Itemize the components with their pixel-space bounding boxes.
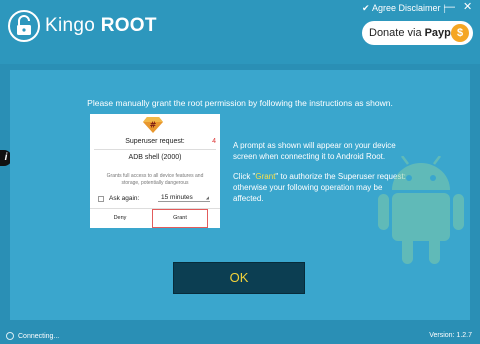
logo-secondary: ROOT [100, 15, 157, 36]
grant-button-preview: Grant [152, 209, 208, 228]
duration-value: 15 minutes [161, 194, 193, 201]
ask-again-label: Ask again: [109, 195, 140, 202]
dialog-divider [94, 149, 216, 150]
instruction-text: Please manually grant the root permissio… [87, 98, 393, 108]
checkbox-icon[interactable]: ✔ [362, 4, 370, 13]
ok-button[interactable]: OK [173, 262, 305, 294]
version-label: Version: 1.2.7 [429, 332, 472, 339]
superuser-icon: # [143, 117, 163, 133]
requesting-app: ADB shell (2000) [128, 154, 182, 161]
duration-select: 15 minutes ◢ [158, 194, 210, 202]
grant-keyword: Grant [255, 172, 276, 181]
spinner-icon [6, 332, 14, 340]
top-bar: Kingo ROOT ✔ Agree Disclaimer | — ✕ Dona… [0, 0, 480, 64]
superuser-dialog-preview: # Superuser request: 4 ADB shell (2000) … [90, 114, 220, 228]
svg-text:#: # [150, 121, 157, 130]
donate-paypal-button[interactable]: Donate via Paypal $ [362, 21, 473, 45]
instruction-panel: Please manually grant the root permissio… [10, 70, 470, 320]
deny-button-preview: Deny [113, 215, 127, 221]
status-text: Connecting... [18, 332, 60, 340]
dialog-button-row: Deny Grant [90, 208, 220, 228]
grants-description: Grants full access to all device feature… [106, 173, 204, 186]
donate-label: Donate via [369, 27, 422, 39]
android-icon [378, 156, 464, 264]
agree-disclaimer-label[interactable]: Agree Disclaimer [372, 3, 441, 13]
unlock-icon [8, 10, 40, 42]
superuser-title: Superuser request: [125, 138, 185, 145]
request-count: 4 [212, 138, 216, 145]
logo-primary: Kingo [45, 15, 96, 36]
agree-disclaimer[interactable]: ✔ Agree Disclaimer | [362, 3, 449, 13]
minimize-button[interactable]: — [444, 2, 455, 13]
ask-again-row: Ask again: [98, 195, 139, 202]
ask-again-checkbox [98, 195, 104, 202]
app-logo-text: Kingo ROOT [45, 15, 157, 37]
grant-desc-start: Click " [233, 172, 256, 181]
coin-icon: $ [451, 24, 469, 42]
close-button[interactable]: ✕ [463, 2, 472, 13]
connection-status: Connecting... [6, 332, 59, 340]
dropdown-arrow-icon: ◢ [205, 195, 209, 200]
